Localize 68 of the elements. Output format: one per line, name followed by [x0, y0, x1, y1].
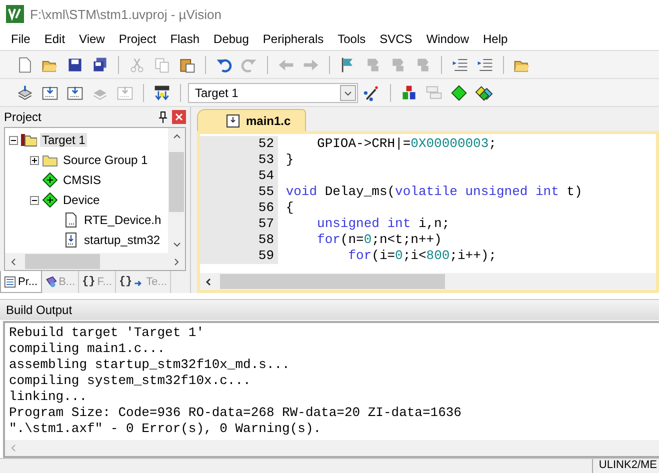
tree-item[interactable]: CMSIS	[61, 173, 104, 187]
menu-item[interactable]: Tools	[330, 32, 373, 46]
line-number: 53	[200, 152, 278, 168]
line-number: 56	[200, 200, 278, 216]
tree-item[interactable]: Target 1	[40, 133, 88, 147]
book-icon	[44, 276, 57, 288]
menu-item[interactable]: Window	[419, 32, 476, 46]
status-debugger: ULINK2/ME	[592, 459, 659, 473]
panel-tab[interactable]: Pr...	[0, 271, 42, 293]
braces-icon: {}	[82, 276, 96, 288]
file-download-icon	[63, 232, 79, 248]
collapse-icon[interactable]	[30, 196, 39, 204]
scroll-left-icon[interactable]	[203, 276, 213, 286]
tree-item[interactable]: Source Group 1	[61, 153, 150, 167]
menu-item[interactable]: Debug	[206, 32, 256, 46]
line-number: 54	[200, 168, 278, 184]
target-dropdown[interactable]: Target 1	[188, 82, 358, 102]
project-window-icon	[4, 276, 16, 288]
panel-title: Project	[4, 110, 42, 124]
menu-item[interactable]: Project	[112, 32, 164, 46]
dropdown-caret-icon[interactable]	[340, 84, 356, 100]
scrollbar-thumb[interactable]	[25, 254, 100, 269]
code-line: for(i=0;i<800;i++);	[347, 248, 496, 264]
output-line: assembling startup_stm32f10x_md.s...	[9, 357, 291, 373]
file-icon	[226, 114, 240, 128]
diamond-icon	[42, 192, 58, 208]
code-line: for(n=0;n<t;n++)	[316, 232, 442, 248]
close-icon	[175, 113, 183, 121]
expand-icon[interactable]	[30, 156, 39, 164]
panel-title: Build Output	[6, 303, 72, 317]
menu-item[interactable]: Peripherals	[256, 32, 331, 46]
code-line: unsigned int i,n;	[316, 216, 450, 232]
output-line: Program Size: Code=936 RO-data=268 RW-data=20 ZI-data=1636	[9, 405, 462, 421]
menu-item[interactable]: SVCS	[372, 32, 420, 46]
output-line: compiling main1.c...	[9, 341, 166, 357]
line-number: 58	[200, 232, 278, 248]
line-number: 55	[200, 184, 278, 200]
line-number: 52	[200, 136, 278, 152]
target-folder-icon	[21, 132, 37, 148]
output-line: linking...	[9, 389, 88, 405]
code-line: {	[284, 200, 294, 216]
output-line: ".\stm1.axf" - 0 Error(s), 0 Warning(s).	[9, 421, 322, 437]
tree-item[interactable]: Device	[61, 193, 102, 207]
code-line: GPIOA->CRH|=0X00000003;	[316, 136, 496, 152]
scrollbar-thumb[interactable]	[169, 152, 184, 212]
output-line: Rebuild target 'Target 1'	[9, 325, 206, 341]
file-tab[interactable]: main1.c	[197, 109, 306, 131]
menu-item[interactable]: File	[4, 32, 38, 46]
line-number: 59	[200, 248, 278, 264]
tree-item[interactable]: RTE_Device.h	[82, 213, 164, 227]
line-number: 57	[200, 216, 278, 232]
file-icon	[63, 212, 79, 228]
braces-icon: {}	[118, 276, 132, 288]
menu-item[interactable]: View	[72, 32, 112, 46]
menu-item[interactable]: Help	[476, 32, 515, 46]
scrollbar-thumb[interactable]	[220, 274, 445, 289]
pin-icon[interactable]	[158, 111, 168, 123]
close-button[interactable]	[172, 110, 186, 124]
collapse-icon[interactable]	[9, 136, 18, 144]
tree-item[interactable]: startup_stm32	[82, 233, 162, 247]
window-title: F:\xml\STM\stm1.uvproj - µVision	[30, 6, 222, 22]
menu-item[interactable]: Edit	[37, 32, 72, 46]
code-line: }	[284, 152, 294, 168]
diamond-icon	[42, 172, 58, 188]
app-icon	[6, 5, 24, 23]
output-line: compiling system_stm32f10x.c...	[9, 373, 252, 389]
menu-item[interactable]: Flash	[163, 32, 207, 46]
code-line: void Delay_ms(volatile unsigned int t)	[284, 184, 582, 200]
